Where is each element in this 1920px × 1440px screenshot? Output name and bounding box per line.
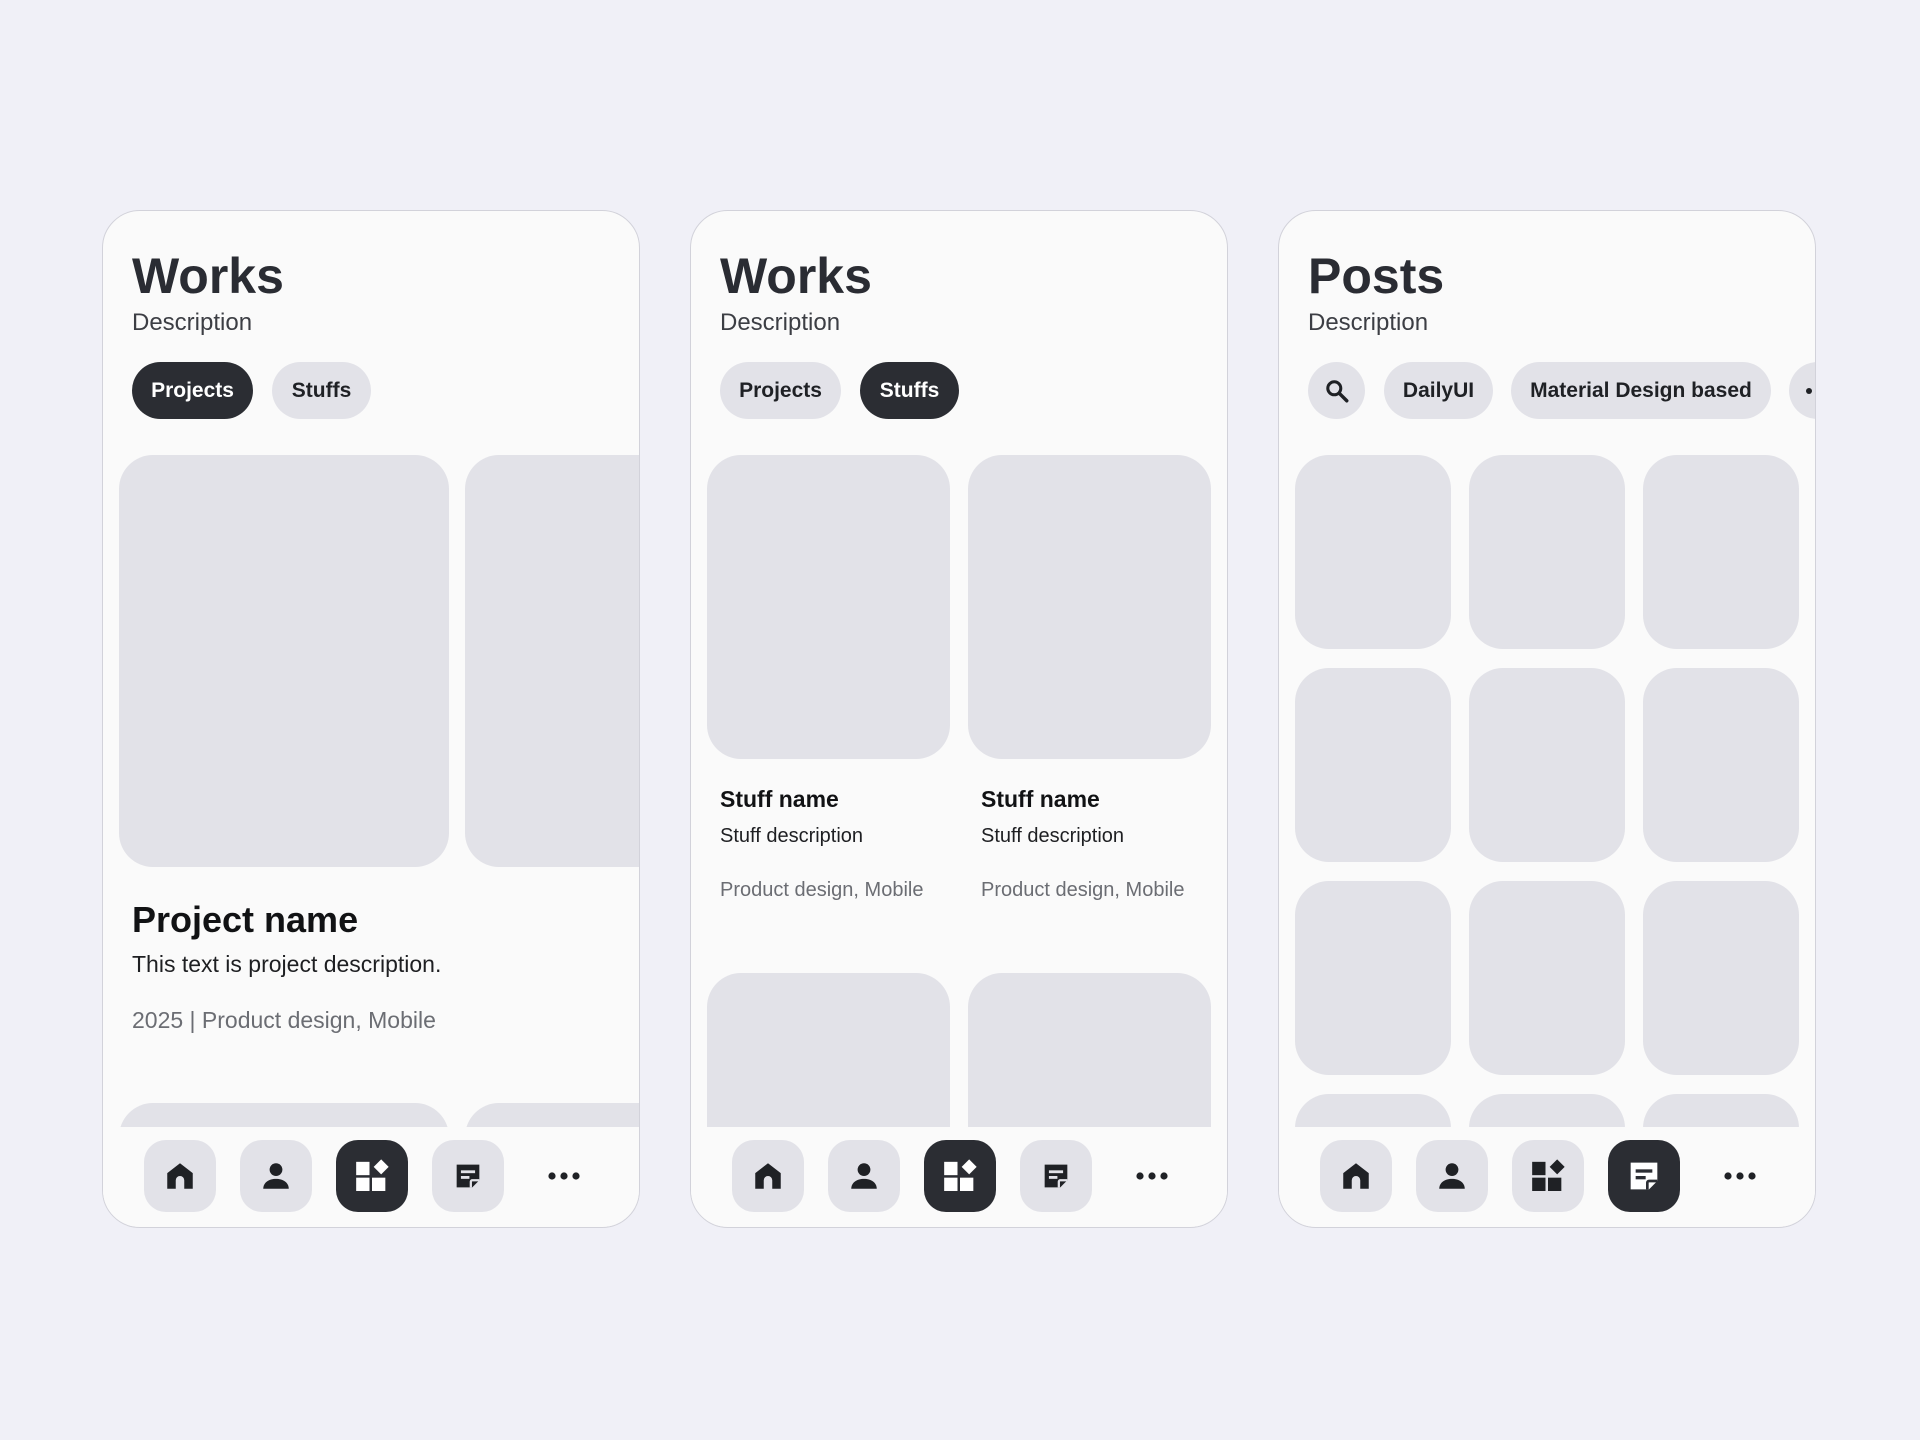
chip-projects[interactable]: Projects [720,362,841,419]
chip-material-design[interactable]: Material Design based [1511,362,1771,419]
page-description: Description [132,309,253,336]
sticky-note-icon [451,1159,485,1193]
person-icon [847,1159,881,1193]
bottom-nav [103,1127,639,1227]
stuff-name: Stuff name [981,786,1100,812]
chip-stuffs[interactable]: Stuffs [860,362,959,419]
post-thumbnail[interactable] [1469,668,1625,862]
nav-more[interactable] [1704,1140,1776,1212]
nav-home[interactable] [1320,1140,1392,1212]
chip-stuffs[interactable]: Stuffs [272,362,371,419]
chip-projects[interactable]: Projects [132,362,253,419]
page-title: Posts [1308,248,1445,304]
page-description: Description [1308,309,1429,336]
widgets-icon [1528,1156,1568,1196]
person-icon [259,1159,293,1193]
nav-posts[interactable] [432,1140,504,1212]
stuff-meta: Product design, Mobile [981,879,1185,901]
more-horizontal-icon [1805,387,1815,395]
post-thumbnail[interactable] [1643,668,1799,862]
post-thumbnail[interactable] [1469,455,1625,649]
chip-more[interactable] [1789,362,1815,419]
nav-profile[interactable] [240,1140,312,1212]
project-name: Project name [132,899,359,940]
search-icon [1324,378,1350,404]
more-horizontal-icon [1722,1170,1758,1182]
post-thumbnail[interactable] [1295,455,1451,649]
more-horizontal-icon [546,1170,582,1182]
works-projects-screen: Works Description Projects Stuffs Projec… [102,210,640,1228]
nav-home[interactable] [144,1140,216,1212]
home-icon [1339,1159,1373,1193]
stuff-thumbnail[interactable] [707,455,950,759]
person-icon [1435,1159,1469,1193]
post-thumbnail[interactable] [1643,881,1799,1075]
home-icon [751,1159,785,1193]
widgets-icon [352,1156,392,1196]
sticky-note-icon [1624,1156,1664,1196]
nav-home[interactable] [732,1140,804,1212]
nav-posts[interactable] [1608,1140,1680,1212]
nav-works[interactable] [1512,1140,1584,1212]
home-icon [163,1159,197,1193]
post-thumbnail[interactable] [1295,668,1451,862]
project-meta: 2025 | Product design, Mobile [132,1007,436,1033]
page-title: Works [132,248,284,304]
stuff-name: Stuff name [720,786,839,812]
search-chip[interactable] [1308,362,1365,419]
post-thumbnail[interactable] [1643,455,1799,649]
nav-posts[interactable] [1020,1140,1092,1212]
stuff-meta: Product design, Mobile [720,879,924,901]
project-thumbnail[interactable] [119,455,449,867]
more-horizontal-icon [1134,1170,1170,1182]
sticky-note-icon [1039,1159,1073,1193]
posts-screen: Posts Description DailyUI Material Desig… [1278,210,1816,1228]
page-title: Works [720,248,872,304]
widgets-icon [940,1156,980,1196]
nav-works[interactable] [336,1140,408,1212]
stuff-thumbnail[interactable] [968,455,1211,759]
post-thumbnail[interactable] [1469,881,1625,1075]
nav-profile[interactable] [1416,1140,1488,1212]
stuff-description: Stuff description [981,825,1125,847]
bottom-nav [1279,1127,1815,1227]
stuff-description: Stuff description [720,825,864,847]
nav-more[interactable] [1116,1140,1188,1212]
nav-more[interactable] [528,1140,600,1212]
bottom-nav [691,1127,1227,1227]
nav-profile[interactable] [828,1140,900,1212]
chip-dailyui[interactable]: DailyUI [1384,362,1493,419]
page-description: Description [720,309,841,336]
works-stuffs-screen: Works Description Projects Stuffs Stuff … [690,210,1228,1228]
project-thumbnail-next[interactable] [465,455,639,867]
nav-works[interactable] [924,1140,996,1212]
post-thumbnail[interactable] [1295,881,1451,1075]
project-description: This text is project description. [132,951,442,977]
